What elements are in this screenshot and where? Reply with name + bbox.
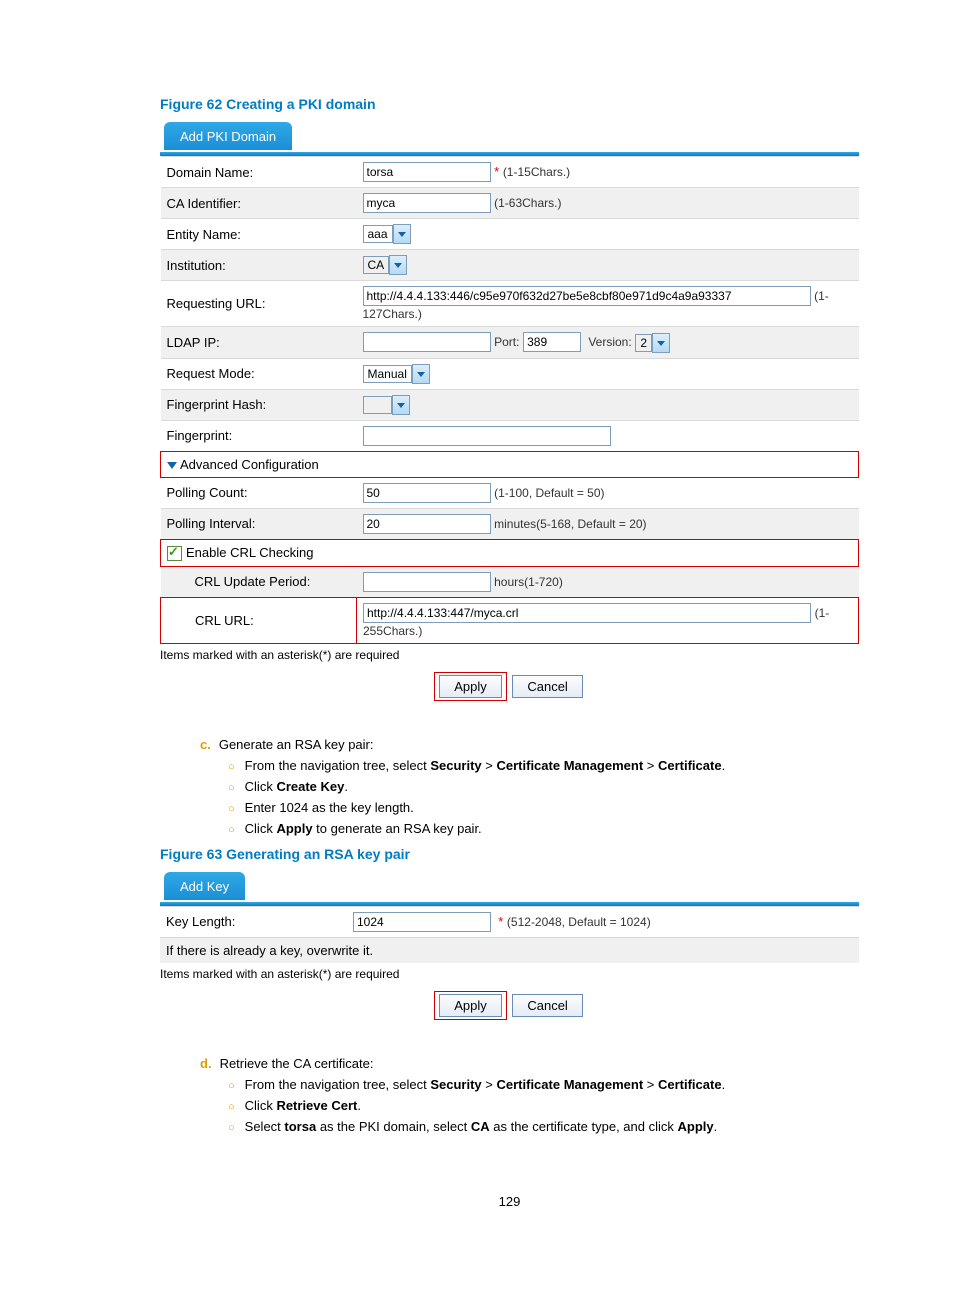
hint-polling-interval: minutes(5-168, Default = 20) xyxy=(494,517,646,531)
label-version: Version: xyxy=(588,335,631,349)
hint-crl-update: hours(1-720) xyxy=(494,575,563,589)
label-requesting-url: Requesting URL: xyxy=(161,281,357,327)
step-c: c. Generate an RSA key pair: From the nav… xyxy=(200,737,859,836)
label-crl-update: CRL Update Period: xyxy=(161,566,357,597)
label-polling-count: Polling Count: xyxy=(161,477,357,508)
crl-url-input[interactable] xyxy=(363,603,811,623)
label-domain-name: Domain Name: xyxy=(161,157,357,188)
hint-ca-identifier: (1-63Chars.) xyxy=(494,196,561,210)
label-key-length: Key Length: xyxy=(160,906,347,937)
cancel-button-62[interactable]: Cancel xyxy=(512,675,582,698)
step-d-marker: d. xyxy=(200,1056,212,1071)
add-pki-domain-panel: Add PKI Domain Domain Name: * (1-15Chars… xyxy=(160,122,859,719)
ldap-port-input[interactable] xyxy=(523,332,581,352)
pki-domain-form: Domain Name: * (1-15Chars.) CA Identifie… xyxy=(160,156,859,644)
label-port: Port: xyxy=(494,335,519,349)
ldap-version-select[interactable] xyxy=(652,333,670,353)
institution-select[interactable] xyxy=(389,255,407,275)
requesting-url-input[interactable] xyxy=(363,286,811,306)
tab-add-key[interactable]: Add Key xyxy=(164,872,245,900)
key-length-input[interactable] xyxy=(353,912,491,932)
figure-62-caption: Figure 62 Creating a PKI domain xyxy=(160,96,859,112)
add-key-form: Key Length: * (512-2048, Default = 1024)… xyxy=(160,906,859,963)
label-ldap-ip: LDAP IP: xyxy=(161,327,357,359)
required-note-62: Items marked with an asterisk(*) are req… xyxy=(160,648,859,662)
advanced-configuration-toggle[interactable]: Advanced Configuration xyxy=(161,451,859,477)
add-key-panel: Add Key Key Length: * (512-2048, Default… xyxy=(160,872,859,1038)
domain-name-input[interactable] xyxy=(363,162,491,182)
step-c-text: Generate an RSA key pair: xyxy=(219,737,374,752)
hint-polling-count: (1-100, Default = 50) xyxy=(494,486,604,500)
label-polling-interval: Polling Interval: xyxy=(161,508,357,539)
step-d-sub1: From the navigation tree, select Securit… xyxy=(228,1077,859,1092)
ldap-version-value: 2 xyxy=(635,334,652,352)
step-c-marker: c. xyxy=(200,737,211,752)
cancel-button-63[interactable]: Cancel xyxy=(512,994,582,1017)
institution-select-value: CA xyxy=(363,256,390,274)
req-mark-63: * xyxy=(498,914,503,929)
step-d: d. Retrieve the CA certificate: From the … xyxy=(200,1056,859,1134)
polling-count-input[interactable] xyxy=(363,483,491,503)
entity-name-select[interactable] xyxy=(393,224,411,244)
request-mode-select[interactable] xyxy=(412,364,430,384)
required-note-63: Items marked with an asterisk(*) are req… xyxy=(160,967,859,981)
label-enable-crl: Enable CRL Checking xyxy=(186,545,313,560)
step-c-sub2: Click Create Key. xyxy=(228,779,859,794)
polling-interval-input[interactable] xyxy=(363,514,491,534)
label-ca-identifier: CA Identifier: xyxy=(161,188,357,219)
tab-add-pki-domain[interactable]: Add PKI Domain xyxy=(164,122,292,150)
request-mode-value: Manual xyxy=(363,365,412,383)
label-request-mode: Request Mode: xyxy=(161,358,357,389)
fingerprint-input[interactable] xyxy=(363,426,611,446)
step-d-sub2: Click Retrieve Cert. xyxy=(228,1098,859,1113)
ldap-ip-input[interactable] xyxy=(363,332,491,352)
label-institution: Institution: xyxy=(161,250,357,281)
fingerprint-hash-value xyxy=(363,396,392,414)
step-c-sub3: Enter 1024 as the key length. xyxy=(228,800,859,815)
enable-crl-checkbox[interactable] xyxy=(167,546,182,561)
fingerprint-hash-select[interactable] xyxy=(392,395,410,415)
overwrite-note: If there is already a key, overwrite it. xyxy=(160,937,859,963)
figure-63-caption: Figure 63 Generating an RSA key pair xyxy=(160,846,859,862)
apply-button-62[interactable]: Apply xyxy=(439,675,502,698)
entity-name-select-value: aaa xyxy=(363,225,393,243)
advanced-label: Advanced Configuration xyxy=(180,457,319,472)
expander-icon xyxy=(167,462,177,469)
page-number: 129 xyxy=(160,1194,859,1209)
step-c-sub4: Click Apply to generate an RSA key pair. xyxy=(228,821,859,836)
label-fingerprint-hash: Fingerprint Hash: xyxy=(161,389,357,420)
hint-domain-name: (1-15Chars.) xyxy=(503,165,570,179)
step-d-sub3: Select torsa as the PKI domain, select C… xyxy=(228,1119,859,1134)
crl-update-input[interactable] xyxy=(363,572,491,592)
label-entity-name: Entity Name: xyxy=(161,219,357,250)
label-fingerprint: Fingerprint: xyxy=(161,420,357,451)
ca-identifier-input[interactable] xyxy=(363,193,491,213)
hint-key-length: (512-2048, Default = 1024) xyxy=(507,915,651,929)
req-mark: * xyxy=(494,164,499,179)
label-crl-url: CRL URL: xyxy=(161,597,357,643)
step-d-text: Retrieve the CA certificate: xyxy=(220,1056,374,1071)
apply-button-63[interactable]: Apply xyxy=(439,994,502,1017)
step-c-sub1: From the navigation tree, select Securit… xyxy=(228,758,859,773)
